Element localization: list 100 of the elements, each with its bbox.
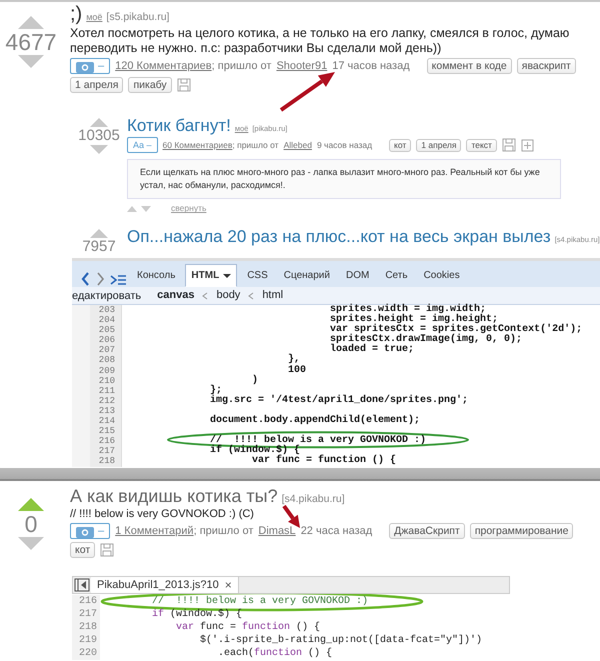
tag-button[interactable]: кот — [389, 138, 412, 152]
tag-button[interactable]: 1 апреля — [70, 77, 124, 94]
code-line: $('.i-sprite_b-rating_up:not([data-fcat="y"])') — [199, 634, 482, 647]
devtools-tab[interactable]: HTML — [185, 264, 238, 287]
line-number: 207 — [98, 345, 116, 356]
tag-button[interactable]: яваскрипт — [516, 58, 576, 74]
post-title[interactable]: Оп...нажала 20 раз на плюс...кот на весь экран вылез — [127, 227, 551, 248]
rating-count: 4677 — [5, 29, 57, 56]
downvote-button[interactable] — [18, 537, 44, 550]
chevron-icon — [202, 292, 208, 300]
camera-icon — [76, 524, 94, 538]
devtools-tab[interactable]: CSS — [241, 264, 274, 287]
line-number: 209 — [98, 366, 116, 376]
upvote-button[interactable] — [90, 118, 108, 127]
code-line: if (window.$) { — [151, 608, 242, 621]
camera-icon — [76, 60, 94, 72]
code-line: .each(function () { — [217, 647, 332, 660]
breadcrumb-link[interactable]: body — [216, 287, 240, 304]
meta-text: ; пришло от — [212, 58, 272, 74]
command-line-icon[interactable] — [110, 273, 127, 287]
line-number: 204 — [98, 315, 116, 326]
author-link[interactable]: DimasL — [258, 522, 296, 540]
devtools-tab[interactable]: DOM — [340, 264, 376, 287]
tag-button[interactable]: кот — [70, 542, 96, 558]
comments-link[interactable]: 120 Комментариев — [115, 58, 212, 74]
code-line: loaded = true; — [329, 345, 414, 356]
source-label: [s5.pikabu.ru] — [106, 10, 170, 25]
post-title[interactable]: А как видишь котика ты? — [70, 486, 278, 507]
code-line: // !!!! below is a very GOVNOKOD :) — [151, 595, 368, 608]
rating-count: 10305 — [78, 127, 120, 145]
tag-button[interactable]: текст — [466, 138, 497, 152]
mine-link[interactable]: моё — [86, 11, 102, 24]
line-number: 217 — [78, 608, 98, 621]
upvote-button[interactable] — [90, 229, 108, 238]
code-line: var func = function () { — [175, 621, 320, 634]
tag-button[interactable]: программирование — [470, 523, 574, 540]
rating-count: 0 — [24, 511, 38, 538]
save-icon[interactable] — [502, 138, 516, 152]
devtools-tab[interactable]: Cookies — [418, 264, 466, 287]
line-number: 215 — [98, 426, 116, 436]
line-number: 218 — [98, 456, 116, 466]
meta-text: ; пришло от — [194, 524, 254, 539]
chevron-icon — [248, 292, 254, 300]
code-line: }; — [209, 386, 222, 396]
file-tab[interactable]: PikabuApril1_2013.js?10 — [97, 576, 219, 594]
save-icon[interactable] — [100, 543, 114, 558]
line-number: 210 — [98, 376, 116, 386]
post-time: 22 часа назад — [300, 524, 372, 539]
downvote-button[interactable] — [141, 206, 151, 212]
line-number: 219 — [78, 634, 98, 647]
downvote-button[interactable] — [90, 145, 108, 154]
line-number: 208 — [98, 355, 116, 366]
upvote-button[interactable] — [18, 16, 44, 29]
post-text: // !!!! below is very GOVNOKOD :) (C) — [70, 508, 254, 521]
line-number: 206 — [98, 335, 116, 346]
devtools-tab[interactable]: Консоль — [131, 264, 182, 287]
comment-text: Если щелкать на плюс много-много раз - лапка вылазит много-много раз. Реальный кот бы уже устал, нас обманули, расходимся!. — [127, 159, 561, 200]
source-label: [s4.pikabu.ru] — [282, 492, 345, 507]
tag-button[interactable]: коммент в коде — [426, 58, 512, 74]
devtools-tab[interactable]: Сценарий — [278, 264, 336, 287]
code-line: img.src = '/4test/april1_done/sprites.png'; — [209, 396, 468, 406]
tag-button[interactable]: пикабу — [128, 77, 172, 94]
tag-button[interactable]: ДжаваСкрипт — [389, 523, 465, 540]
line-number: 214 — [98, 416, 116, 426]
line-number: 212 — [98, 396, 116, 406]
line-number: 220 — [78, 647, 98, 660]
panel-toggle-icon[interactable] — [73, 577, 91, 593]
comments-link[interactable]: 1 Комментарий — [115, 522, 194, 540]
line-number: 211 — [98, 386, 116, 396]
expand-icon[interactable] — [520, 138, 534, 152]
code-line: ) — [251, 376, 258, 386]
line-number: 203 — [98, 305, 116, 316]
line-number: 216 — [98, 436, 116, 446]
author-link[interactable]: Allebed — [284, 139, 312, 152]
code-line: document.body.appendChild(element); — [209, 416, 420, 426]
post-title[interactable]: ;) — [70, 4, 82, 24]
code-line: 100 — [287, 366, 306, 376]
save-icon[interactable] — [176, 78, 191, 92]
caret-icon — [223, 274, 232, 278]
annotation-arrow — [280, 72, 335, 112]
code-line: }, — [287, 355, 300, 366]
author-link[interactable]: Shooter91 — [276, 58, 328, 74]
line-number: 216 — [78, 595, 98, 608]
tag-button[interactable]: 1 апреля — [416, 138, 462, 152]
close-button[interactable]: × — [224, 576, 232, 594]
line-number: 217 — [98, 446, 116, 456]
breadcrumb-link[interactable]: canvas — [157, 287, 194, 304]
devtools-tab[interactable]: Сеть — [379, 264, 414, 287]
post-time: 9 часов назад — [316, 139, 372, 152]
upvote-button[interactable] — [18, 498, 44, 511]
back-icon[interactable] — [80, 271, 91, 287]
post-title[interactable]: Котик багнут! — [127, 116, 231, 136]
breadcrumb-link[interactable]: html — [262, 287, 284, 304]
upvote-button[interactable] — [127, 206, 137, 212]
downvote-button[interactable] — [18, 55, 44, 68]
comments-link[interactable]: 60 Комментариев — [162, 139, 232, 152]
post-text: Хотел посмотреть на целого котика, а не только на его лапку, смеялся в голос, думаю переводить не нужно. п.с: разработчики Вы сделали мой день)) — [70, 26, 570, 56]
forward-icon[interactable] — [95, 271, 106, 287]
edit-button[interactable]: едактировать — [72, 288, 150, 304]
line-number: 218 — [78, 621, 98, 634]
